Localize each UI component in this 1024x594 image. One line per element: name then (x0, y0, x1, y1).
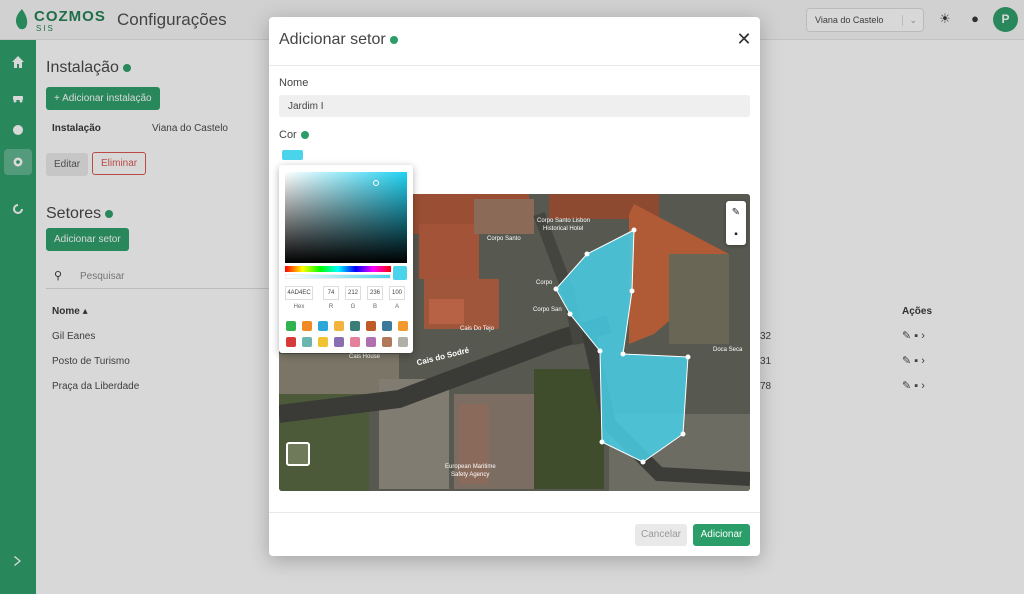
hue-slider[interactable] (285, 266, 391, 272)
close-icon[interactable]: ✕ (736, 30, 752, 48)
preset-swatch[interactable] (398, 337, 408, 347)
preset-swatch[interactable] (302, 337, 312, 347)
map-label: Historical Hotel (543, 226, 584, 232)
map-label: European Maritime (445, 464, 496, 470)
cancel-button[interactable]: Cancelar (635, 524, 687, 546)
divider (269, 512, 760, 513)
map-layer-toggle[interactable] (286, 442, 310, 466)
preset-swatch[interactable] (302, 321, 312, 331)
alpha-slider[interactable] (285, 274, 391, 279)
preset-swatch[interactable] (350, 321, 360, 331)
r-field[interactable]: 74 (323, 286, 339, 300)
preset-swatch[interactable] (398, 321, 408, 331)
preset-swatch[interactable] (318, 321, 328, 331)
g-field[interactable]: 212 (345, 286, 361, 300)
color-swatch[interactable] (282, 150, 303, 160)
preset-swatch[interactable] (366, 337, 376, 347)
info-icon (300, 131, 309, 140)
map-label: Corpo San (533, 307, 562, 313)
map-label: Corpo Santo (487, 236, 521, 242)
b-field[interactable]: 236 (367, 286, 383, 300)
preset-swatch[interactable] (366, 321, 376, 331)
g-label: G (350, 304, 356, 310)
map-label: Safety Agency (451, 472, 490, 478)
map-label: Doca Seca (713, 347, 743, 353)
a-field[interactable]: 100 (389, 286, 405, 300)
info-icon (389, 35, 398, 44)
preset-swatch[interactable] (286, 337, 296, 347)
preset-swatch[interactable] (334, 337, 344, 347)
preset-swatch[interactable] (350, 337, 360, 347)
map-label: Corpo Santo Lisbon (537, 218, 591, 224)
color-preview (393, 266, 407, 280)
a-label: A (394, 304, 399, 310)
map-label: Corpo (536, 280, 553, 286)
r-label: R (328, 304, 334, 310)
color-label: Cor (279, 129, 309, 141)
b-label: B (372, 304, 377, 310)
divider (269, 65, 760, 66)
saturation-handle[interactable] (373, 180, 379, 186)
modal-title: Adicionar setor (279, 31, 398, 49)
add-button[interactable]: Adicionar (693, 524, 750, 546)
add-sector-modal: Adicionar setor ✕ Nome Cor (269, 17, 760, 556)
preset-swatch[interactable] (382, 337, 392, 347)
preset-swatch[interactable] (382, 321, 392, 331)
map-draw-tools: ✎ ▪ (726, 201, 746, 245)
saturation-area[interactable] (285, 172, 407, 263)
preset-swatch[interactable] (334, 321, 344, 331)
preset-swatch[interactable] (318, 337, 328, 347)
map-label: Cais House (349, 354, 381, 360)
hex-field[interactable]: 4AD4EC (285, 286, 313, 300)
hex-label: Hex (293, 304, 305, 310)
color-picker: 4AD4EC 74 212 236 100 Hex R G B A (279, 165, 413, 353)
trash-icon[interactable]: ▪ (726, 223, 746, 245)
name-label: Nome (279, 77, 309, 89)
pen-icon[interactable]: ✎ (726, 201, 746, 223)
map-label: Cais Do Tejo (460, 326, 494, 332)
name-input[interactable] (279, 95, 750, 117)
preset-swatch[interactable] (286, 321, 296, 331)
